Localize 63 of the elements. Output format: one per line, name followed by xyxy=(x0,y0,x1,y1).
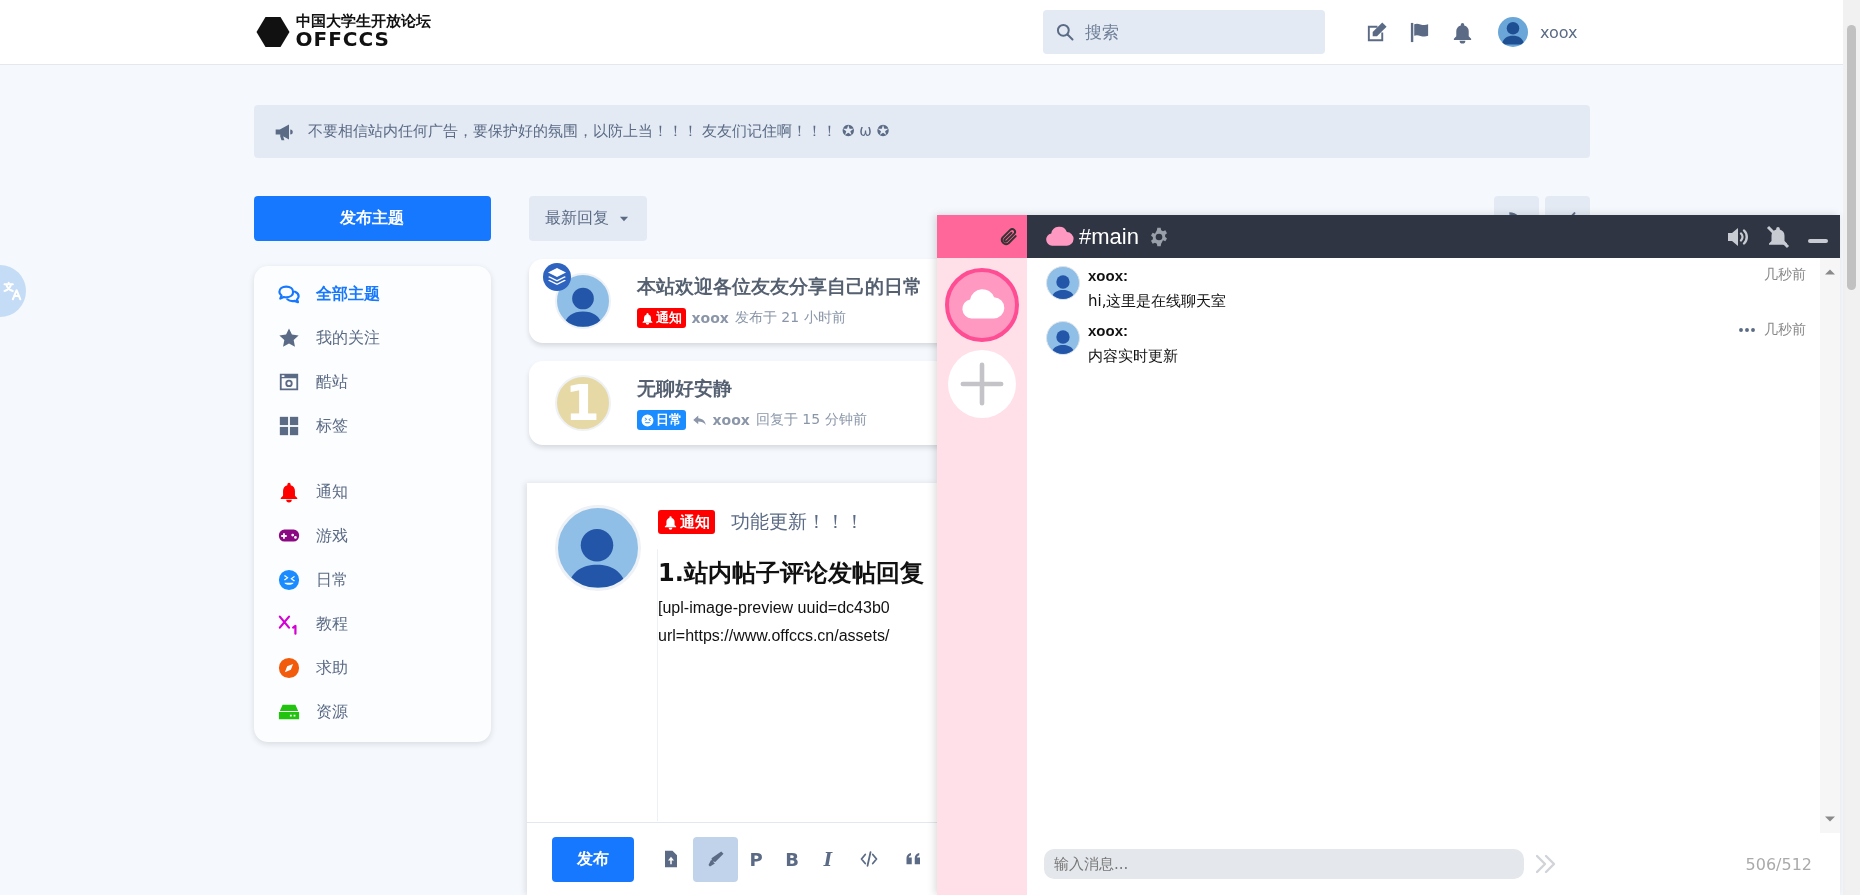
chat-bubbles-icon xyxy=(277,283,300,305)
start-discussion-button[interactable]: 发布主题 xyxy=(253,196,491,241)
sidebar-item[interactable]: 全部主题 xyxy=(253,272,491,316)
code-icon xyxy=(859,850,878,868)
message-time: 几秒前 xyxy=(1764,266,1806,284)
sort-dropdown[interactable]: 最新回复 xyxy=(528,196,647,241)
tag-link[interactable]: 教程 xyxy=(253,602,491,646)
logo-subtitle: OFFCCS xyxy=(295,29,390,51)
submit-button[interactable]: 发布 xyxy=(552,836,634,882)
format-button[interactable]: P xyxy=(738,836,774,882)
search-field[interactable]: 搜索 xyxy=(1042,10,1325,54)
translate-icon xyxy=(2,281,22,301)
tag-badge[interactable]: 日常 xyxy=(636,410,686,430)
grid-icon xyxy=(277,415,300,437)
avatar xyxy=(1046,321,1080,355)
message-text: 内容实时更新 xyxy=(1088,347,1178,366)
sidebar-item[interactable]: 标签 xyxy=(253,404,491,448)
settings-icon[interactable] xyxy=(1148,226,1169,247)
tag-badge[interactable]: 通知 xyxy=(658,510,715,534)
bell-icon xyxy=(663,514,678,530)
page-scrollbar[interactable] xyxy=(1843,0,1860,895)
camera-window-icon xyxy=(277,371,300,393)
user-avatar[interactable] xyxy=(1497,17,1528,47)
sidebar-item[interactable]: 我的关注 xyxy=(253,316,491,360)
format-button[interactable]: I xyxy=(810,836,846,882)
post-time: 回复于 15 分钟前 xyxy=(755,411,867,429)
tag-badge[interactable]: 通知 xyxy=(636,308,686,328)
channel-name: #main xyxy=(1079,223,1139,250)
bell-icon xyxy=(640,311,654,325)
sidebar-item[interactable]: 酷站 xyxy=(253,360,491,404)
discussion-title[interactable]: 无聊好安静 xyxy=(636,376,867,402)
emoji-icon xyxy=(640,413,654,427)
chat-scrollbar[interactable] xyxy=(1820,258,1840,833)
plus-icon xyxy=(959,361,1005,407)
tag-link[interactable]: 求助 xyxy=(253,646,491,690)
discussion-title[interactable]: 本站欢迎各位友友分享自己的日常 xyxy=(636,274,922,300)
letter-avatar: 1 xyxy=(554,375,611,431)
paperclip-icon[interactable] xyxy=(999,226,1019,247)
search-icon xyxy=(1054,22,1075,42)
pen-icon xyxy=(706,850,725,868)
title-field[interactable]: 功能更新！！！ xyxy=(731,509,864,535)
logo-title: 中国大学生开放论坛 xyxy=(295,13,431,30)
avatar xyxy=(554,273,611,329)
character-counter: 506/512 xyxy=(1745,854,1812,874)
pen-button[interactable] xyxy=(693,836,738,882)
star-icon xyxy=(277,327,300,349)
tag-link[interactable]: 资源 xyxy=(253,690,491,734)
tag-link[interactable]: 通知 xyxy=(253,470,491,514)
message-text: hi,这里是在线聊天室 xyxy=(1088,292,1227,311)
notice-text: 不要相信站内任何广告，要保护好的氛围，以防上当！！！ 友友们记住啊！！！ ✪ ω ✪ xyxy=(307,122,890,141)
message-author: xoox: xyxy=(1088,321,1128,339)
tag-link[interactable]: 日常 xyxy=(253,558,491,602)
username[interactable]: xoox xyxy=(1539,22,1578,42)
bell-slash-icon[interactable] xyxy=(1766,224,1790,249)
tag-link[interactable]: 游戏 xyxy=(253,514,491,558)
message-time: 几秒前 xyxy=(1764,321,1806,339)
message-author: xoox: xyxy=(1088,266,1128,284)
format-button[interactable]: B xyxy=(774,836,810,882)
message-input[interactable]: 输入消息... xyxy=(1044,849,1524,879)
author-name[interactable]: xoox xyxy=(712,412,750,428)
author-name[interactable]: xoox xyxy=(691,310,729,326)
post-time: 发布于 21 小时前 xyxy=(734,309,846,327)
avatar xyxy=(1046,266,1080,300)
